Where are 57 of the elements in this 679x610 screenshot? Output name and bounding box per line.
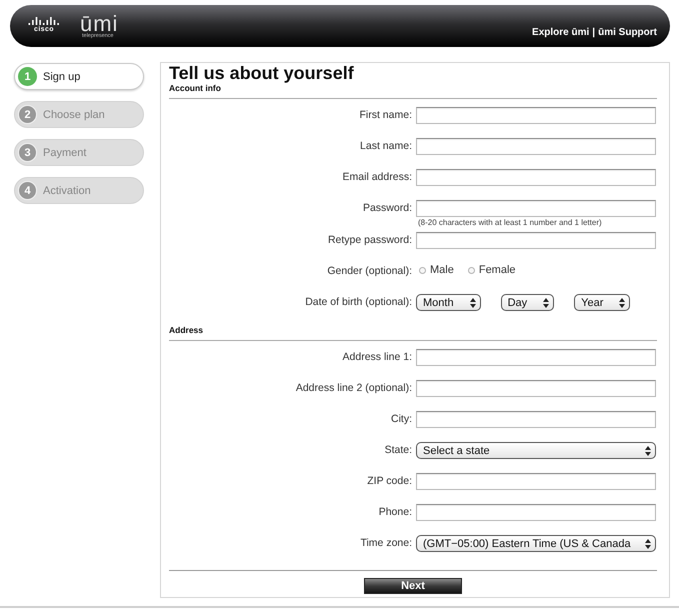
section-heading: Address: [169, 325, 204, 336]
field-hint: (8-20 characters with at least 1 number and 1 letter): [417, 217, 603, 228]
select-dropdown[interactable]: (GMT−05:00) Eastern Time (US & Canada: [416, 535, 656, 552]
field-label: Address line 2 (optional):: [294, 381, 412, 396]
step-pill[interactable]: 1 Sign up: [14, 63, 144, 90]
step-number: 3: [18, 143, 37, 162]
step-label: Choose plan: [43, 108, 105, 120]
step-number: 2: [18, 105, 37, 124]
select-dropdown[interactable]: Select a state: [416, 442, 656, 459]
field-label: Retype password:: [326, 233, 412, 248]
text-field[interactable]: [416, 504, 656, 521]
header-link[interactable]: ūmi Support: [598, 27, 657, 39]
field-label: ZIP code:: [366, 474, 412, 489]
text-field[interactable]: [416, 107, 656, 124]
text-field[interactable]: [416, 232, 656, 249]
field-label: Phone:: [378, 505, 412, 520]
up-down-arrows-icon: [619, 298, 626, 308]
field-label: Last name:: [359, 139, 412, 154]
header-link[interactable]: Explore ūmi: [532, 27, 590, 39]
link-separator: |: [592, 27, 596, 39]
select-dropdown[interactable]: Day: [500, 294, 554, 311]
up-down-arrows-icon: [645, 446, 651, 456]
radio-button[interactable]: [419, 267, 426, 274]
field-label: Address line 1:: [342, 350, 412, 365]
step-label: Sign up: [43, 70, 80, 82]
next-button[interactable]: Next: [364, 578, 462, 594]
field-label: Time zone:: [359, 536, 412, 551]
form-title: Tell us about yourself: [169, 64, 355, 83]
product-logo-text: ūmi: [80, 14, 118, 32]
radio-label[interactable]: Male: [430, 264, 454, 276]
field-label: State:: [384, 443, 412, 458]
text-field[interactable]: [416, 169, 656, 186]
field-label: Gender (optional):: [326, 264, 412, 279]
select-dropdown[interactable]: Month: [416, 294, 481, 311]
section-heading: Account info: [169, 83, 222, 94]
text-field[interactable]: [416, 138, 656, 155]
field-label: Email address:: [342, 170, 412, 185]
text-field[interactable]: [416, 349, 656, 366]
bars-logo-icon: [28, 16, 60, 24]
select-dropdown[interactable]: Year: [574, 294, 630, 311]
field-label: First name:: [358, 108, 412, 123]
step-label: Payment: [43, 146, 86, 158]
radio-label[interactable]: Female: [478, 264, 516, 276]
text-field[interactable]: [416, 473, 656, 490]
radio-button[interactable]: [468, 267, 475, 274]
text-field[interactable]: [416, 200, 656, 217]
up-down-arrows-icon: [470, 298, 476, 308]
field-label: City:: [390, 412, 412, 427]
field-label: Password:: [362, 201, 412, 216]
up-down-arrows-icon: [543, 298, 550, 308]
text-field[interactable]: [416, 411, 656, 428]
field-label: Date of birth (optional):: [304, 295, 412, 310]
text-field[interactable]: [416, 380, 656, 397]
up-down-arrows-icon: [645, 538, 651, 548]
step-number: 4: [18, 181, 37, 200]
step-number: 1: [18, 67, 37, 86]
step-label: Activation: [43, 184, 91, 196]
